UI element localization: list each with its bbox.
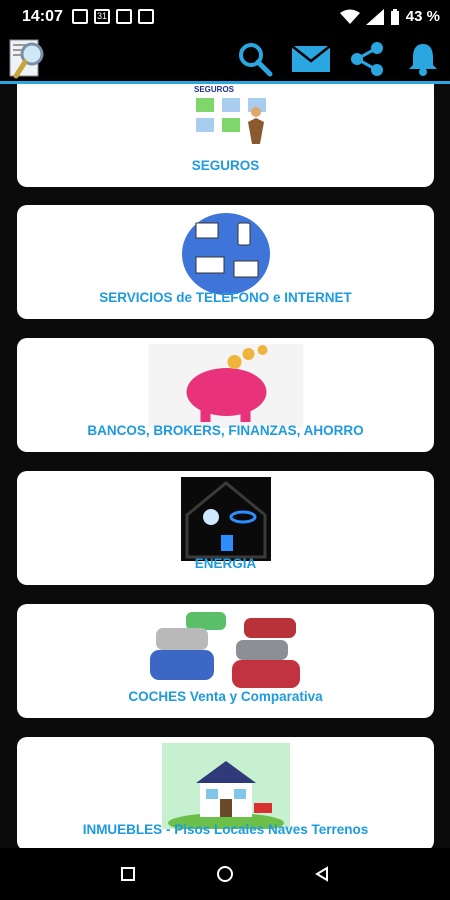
back-button[interactable] — [308, 860, 336, 888]
cars-thumbnail — [149, 612, 300, 688]
category-card-seguros[interactable]: SEGUROS SEGUROS — [17, 84, 434, 187]
category-card-telefono-internet[interactable]: SERVICIOS de TELEFONO e INTERNET — [17, 205, 434, 319]
gmail-icon — [116, 9, 132, 24]
signal-icon — [365, 8, 384, 25]
back-icon — [314, 866, 328, 882]
calendar-icon: 31 — [94, 9, 110, 24]
notifications-button[interactable] — [404, 40, 442, 78]
energy-thumbnail — [180, 477, 271, 561]
message-icon — [72, 9, 88, 24]
share-button[interactable] — [348, 40, 386, 78]
category-card-inmuebles[interactable]: INMUEBLES - Pisos Locales Naves Terrenos — [17, 737, 434, 848]
category-list[interactable]: SEGUROS SEGUROS SERVICIOS de TELEFONO e … — [0, 84, 450, 848]
home-icon — [216, 866, 233, 882]
app-bar — [0, 34, 450, 84]
wifi-icon — [339, 9, 360, 24]
piggy-bank-thumbnail — [148, 344, 303, 428]
share-icon — [351, 42, 383, 76]
category-label: BANCOS, BROKERS, FINANZAS, AHORRO — [87, 423, 364, 438]
app-logo-icon[interactable] — [8, 36, 48, 80]
category-label: SEGUROS — [191, 158, 260, 173]
mail-button[interactable] — [292, 40, 330, 78]
status-bar: 14:07 31 43 % — [0, 0, 450, 34]
real-estate-thumbnail — [161, 743, 290, 829]
seguros-thumbnail: SEGUROS — [194, 85, 266, 144]
battery-percent: 43 % — [405, 8, 440, 25]
telecom-thumbnail — [181, 213, 270, 295]
category-card-coches[interactable]: COCHES Venta y Comparativa — [17, 604, 434, 718]
home-button[interactable] — [211, 860, 239, 888]
gallery-icon — [138, 9, 154, 24]
search-icon — [239, 43, 273, 77]
category-card-bancos[interactable]: BANCOS, BROKERS, FINANZAS, AHORRO — [17, 338, 434, 452]
system-nav-bar — [0, 848, 450, 900]
battery-icon — [390, 8, 399, 25]
recents-icon — [121, 867, 136, 881]
category-label: INMUEBLES - Pisos Locales Naves Terrenos — [82, 822, 369, 837]
category-label: ENERGIA — [194, 556, 257, 571]
status-time: 14:07 — [22, 8, 63, 25]
mail-icon — [292, 45, 330, 72]
category-label: SERVICIOS de TELEFONO e INTERNET — [99, 290, 352, 305]
category-card-energia[interactable]: ENERGIA — [17, 471, 434, 585]
seguros-thumb-title: SEGUROS — [194, 85, 235, 94]
search-button[interactable] — [236, 40, 274, 78]
category-label: COCHES Venta y Comparativa — [128, 689, 323, 704]
recents-button[interactable] — [114, 860, 142, 888]
bell-icon — [409, 44, 437, 76]
